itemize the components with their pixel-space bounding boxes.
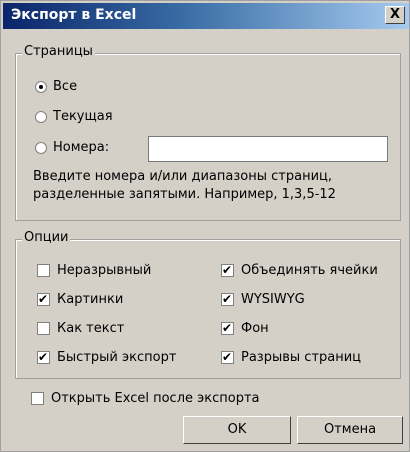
option-pictures[interactable]: Картинки <box>37 292 123 307</box>
close-button[interactable]: X <box>385 6 405 24</box>
checkbox-page-breaks[interactable] <box>221 350 234 364</box>
radio-current-indicator[interactable] <box>35 110 47 123</box>
option-as-text[interactable]: Как текст <box>37 321 124 336</box>
checkbox-fast-export[interactable] <box>37 350 50 364</box>
title-bar[interactable]: Экспорт в Excel X <box>3 3 409 29</box>
open-excel-option[interactable]: Открыть Excel после экспорта <box>31 391 260 406</box>
radio-all[interactable]: Все <box>35 79 77 94</box>
pages-group-title: Страницы <box>22 44 95 59</box>
options-group-title: Опции <box>22 230 71 245</box>
option-page-breaks-label: Разрывы страниц <box>241 350 362 365</box>
option-nonbreaking-label: Неразрывный <box>57 263 152 278</box>
option-fast-export-label: Быстрый экспорт <box>57 350 177 365</box>
radio-all-label: Все <box>53 79 78 94</box>
radio-current-label: Текущая <box>53 109 113 124</box>
radio-numbers-indicator[interactable] <box>35 141 47 154</box>
page-numbers-hint: Введите номера и/или диапазоны страниц, … <box>33 169 336 202</box>
export-dialog: Экспорт в Excel X Страницы Все Текущая Н… <box>0 0 410 452</box>
option-merge-cells-label: Объединять ячейки <box>241 263 378 278</box>
radio-numbers[interactable]: Номера: <box>35 140 109 155</box>
checkbox-background[interactable] <box>221 321 234 335</box>
option-nonbreaking[interactable]: Неразрывный <box>37 263 151 278</box>
page-numbers-input[interactable] <box>148 136 388 162</box>
checkbox-nonbreaking[interactable] <box>37 264 50 277</box>
cancel-button[interactable]: Отмена <box>297 416 403 444</box>
option-background-label: Фон <box>241 321 269 336</box>
option-fast-export[interactable]: Быстрый экспорт <box>37 350 176 365</box>
option-wysiwyg-label: WYSIWYG <box>241 292 305 307</box>
open-excel-label: Открыть Excel после экспорта <box>51 391 260 406</box>
window-title: Экспорт в Excel <box>11 7 137 23</box>
ok-button[interactable]: OK <box>183 416 291 444</box>
checkbox-pictures[interactable] <box>37 292 50 306</box>
checkbox-wysiwyg[interactable] <box>221 292 234 306</box>
radio-numbers-label: Номера: <box>53 140 110 155</box>
option-page-breaks[interactable]: Разрывы страниц <box>221 350 361 365</box>
radio-all-indicator[interactable] <box>35 80 47 93</box>
option-merge-cells[interactable]: Объединять ячейки <box>221 263 378 278</box>
option-wysiwyg[interactable]: WYSIWYG <box>221 292 305 307</box>
checkbox-as-text[interactable] <box>37 322 50 335</box>
checkbox-open-excel[interactable] <box>31 392 44 405</box>
option-pictures-label: Картинки <box>57 292 124 307</box>
radio-current[interactable]: Текущая <box>35 109 113 124</box>
checkbox-merge-cells[interactable] <box>221 263 234 277</box>
option-as-text-label: Как текст <box>57 321 125 336</box>
option-background[interactable]: Фон <box>221 321 269 336</box>
